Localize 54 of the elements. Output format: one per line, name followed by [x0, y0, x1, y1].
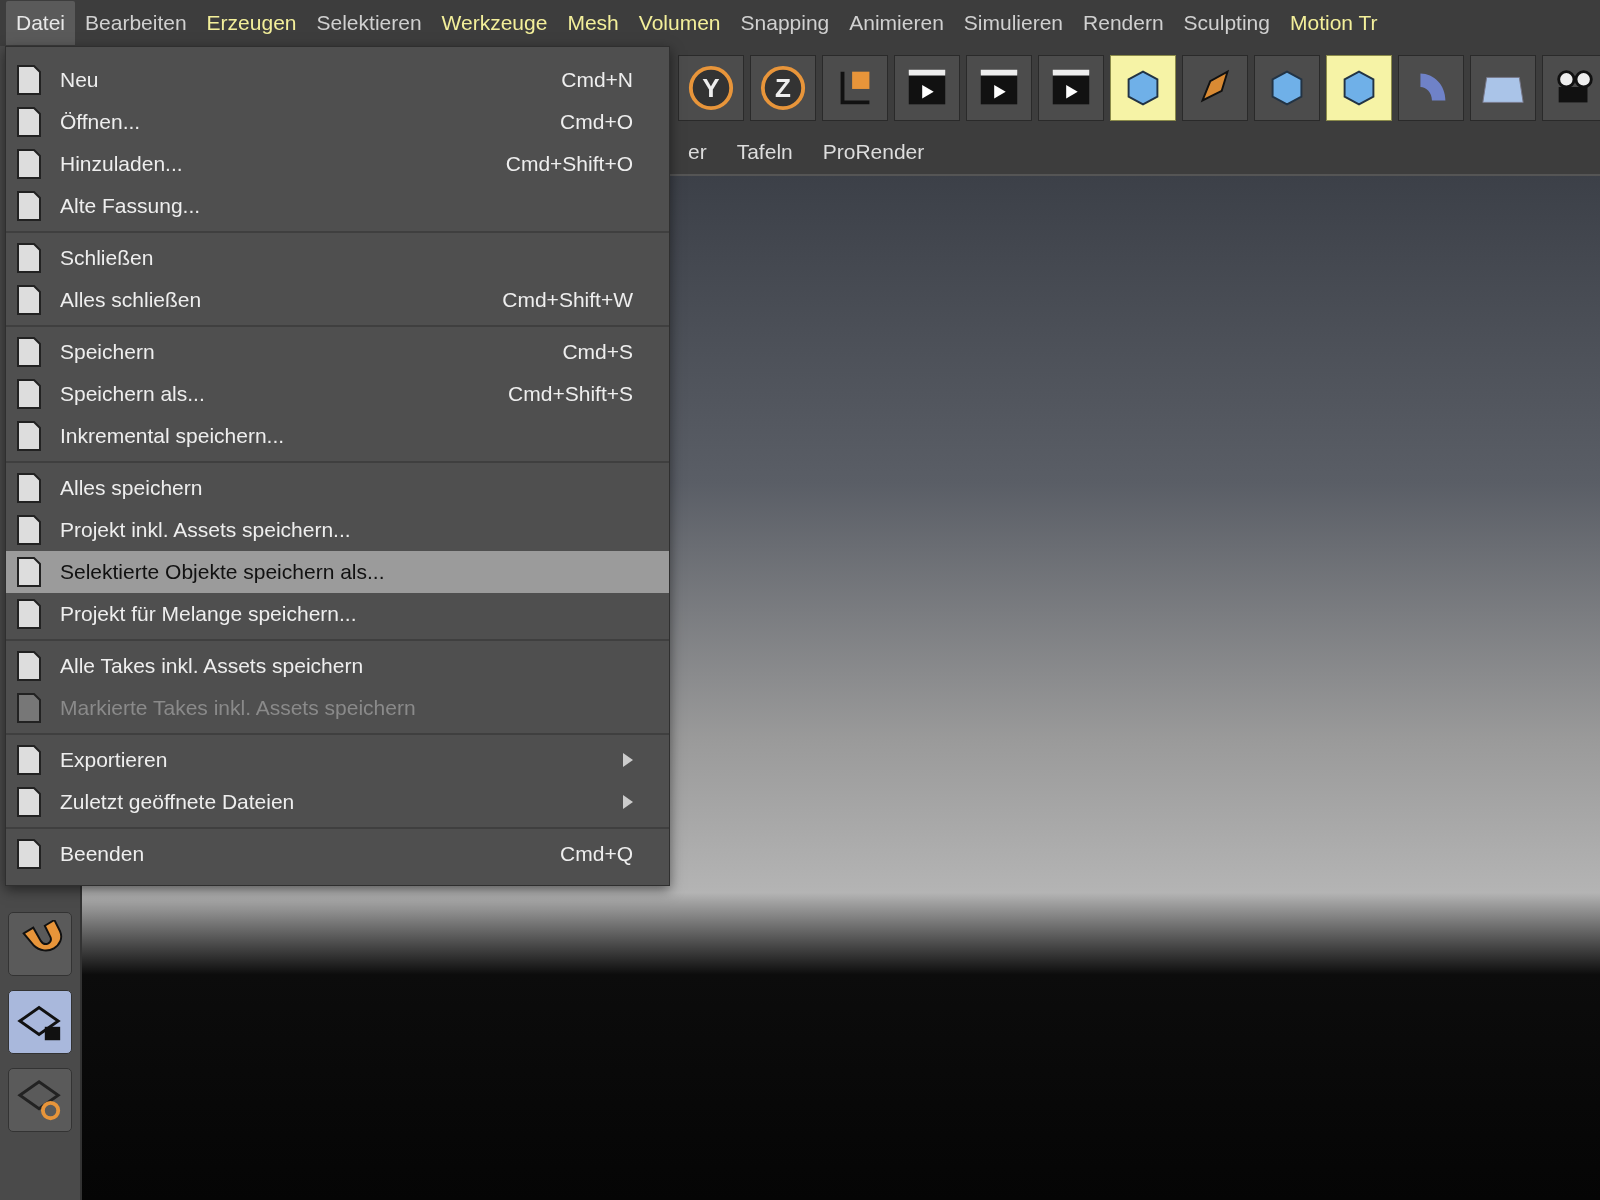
menu-item[interactable]: Projekt für Melange speichern... [6, 593, 669, 635]
menu-item[interactable]: Simulieren [953, 1, 1074, 45]
menu-item[interactable]: Animieren [839, 1, 954, 45]
menu-item[interactable]: Datei [6, 1, 76, 45]
menu-item[interactable]: Inkremental speichern... [6, 415, 669, 457]
toolbar-button[interactable] [1470, 55, 1536, 121]
menu-item[interactable]: Speichern als... Cmd+Shift+S [6, 373, 669, 415]
toolbar-button[interactable] [1254, 55, 1320, 121]
tab[interactable]: er [688, 136, 707, 168]
menu-item[interactable]: Mesh [557, 1, 629, 45]
menu-item[interactable]: Alte Fassung... [6, 185, 669, 227]
menu-item[interactable]: Rendern [1073, 1, 1174, 45]
tool-button[interactable] [8, 990, 72, 1054]
menu-item[interactable]: Hinzuladen... Cmd+Shift+O [6, 143, 669, 185]
axis-circle-icon [687, 64, 735, 112]
menu-item[interactable]: Speichern Cmd+S [6, 331, 669, 373]
tool-button[interactable] [8, 912, 72, 976]
tab[interactable]: Tafeln [736, 136, 793, 168]
menu-item[interactable]: Selektieren [306, 1, 432, 45]
axis-letter: Z [775, 71, 791, 105]
toolbar-button[interactable] [894, 55, 960, 121]
axis-circle-icon [759, 64, 807, 112]
menu-item[interactable]: Alles speichern [6, 467, 669, 509]
menu-item[interactable]: Alle Takes inkl. Assets speichern [6, 645, 669, 687]
menu-item[interactable]: Projekt inkl. Assets speichern... [6, 509, 669, 551]
menu-item[interactable]: Bearbeiten [75, 1, 197, 45]
menu-item[interactable]: Werkzeuge [431, 1, 558, 45]
menu-item[interactable]: Zuletzt geöffnete Dateien [6, 781, 669, 823]
menu-item[interactable]: Erzeugen [196, 1, 307, 45]
menu-item[interactable]: Sculpting [1173, 1, 1280, 45]
menu-item[interactable]: Öffnen... Cmd+O [6, 101, 669, 143]
toolbar-button[interactable] [966, 55, 1032, 121]
toolbar-button[interactable] [1542, 55, 1600, 121]
toolbar-button[interactable]: Y [678, 55, 744, 121]
toolbar-button[interactable] [1110, 55, 1176, 121]
toolbar-button[interactable] [822, 55, 888, 121]
toolbar-button[interactable] [1326, 55, 1392, 121]
menu-item[interactable]: Snapping [730, 1, 840, 45]
menu-item[interactable]: Neu Cmd+N [6, 59, 669, 101]
toolbar-button[interactable] [1038, 55, 1104, 121]
toolbar-button[interactable] [1182, 55, 1248, 121]
tool-button[interactable] [8, 1068, 72, 1132]
submenu-arrow-icon [623, 753, 633, 767]
submenu-arrow-icon [623, 795, 633, 809]
menu-item[interactable]: Schließen [6, 237, 669, 279]
toolbar-button[interactable]: Z [750, 55, 816, 121]
menu-item[interactable]: Motion Tr [1280, 1, 1388, 45]
menu-item[interactable]: Alles schließen Cmd+Shift+W [6, 279, 669, 321]
menu-item[interactable]: Volumen [628, 1, 731, 45]
menu-item[interactable]: Selektierte Objekte speichern als... [6, 551, 669, 593]
menu-item[interactable]: Beenden Cmd+Q [6, 833, 669, 875]
menu-item[interactable]: Exportieren [6, 739, 669, 781]
axis-letter: Y [702, 71, 720, 105]
tab[interactable]: ProRender [822, 136, 925, 168]
